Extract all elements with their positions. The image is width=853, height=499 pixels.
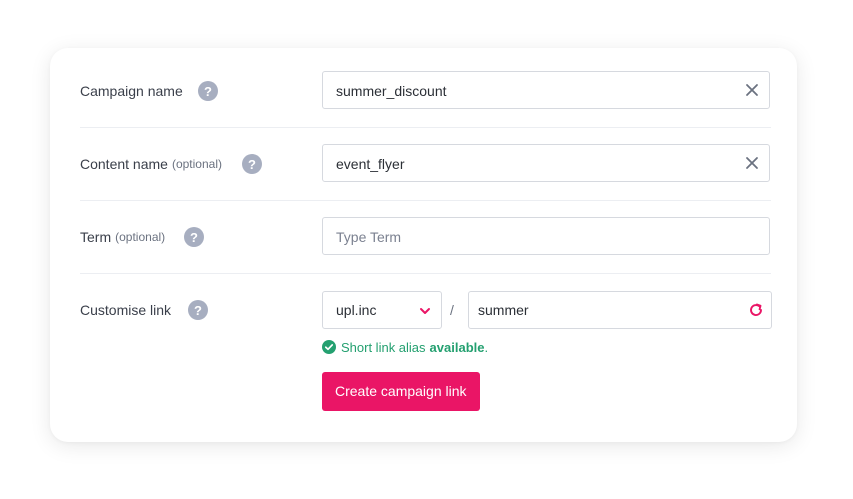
- term-label: Term (optional): [80, 217, 165, 257]
- content-name-row: Content name (optional) ? event_flyer: [80, 144, 771, 184]
- term-label-text: Term: [80, 229, 112, 245]
- clear-icon[interactable]: [744, 155, 760, 171]
- alias-input[interactable]: summer: [468, 291, 772, 329]
- content-name-value: event_flyer: [336, 156, 405, 172]
- term-input[interactable]: Type Term: [322, 217, 770, 255]
- campaign-name-label: Campaign name: [80, 71, 183, 111]
- create-campaign-link-button[interactable]: Create campaign link: [322, 372, 480, 411]
- divider: [80, 200, 771, 201]
- help-icon[interactable]: ?: [242, 154, 262, 174]
- status-text: Short link alias: [341, 339, 426, 355]
- content-name-label-text: Content name: [80, 156, 168, 172]
- status-available: available: [429, 339, 485, 355]
- alias-status: Short link alias available .: [322, 339, 488, 355]
- campaign-form-card: Campaign name ? summer_discount Content …: [50, 48, 797, 442]
- domain-value: upl.inc: [336, 302, 377, 318]
- path-separator: /: [450, 302, 454, 318]
- customise-link-label-text: Customise link: [80, 302, 172, 318]
- content-name-input[interactable]: event_flyer: [322, 144, 770, 182]
- campaign-name-row: Campaign name ? summer_discount: [80, 71, 771, 111]
- status-period: .: [484, 339, 489, 355]
- optional-tag: (optional): [115, 230, 166, 244]
- help-icon[interactable]: ?: [198, 81, 218, 101]
- clear-icon[interactable]: [744, 82, 760, 98]
- campaign-name-input[interactable]: summer_discount: [322, 71, 770, 109]
- campaign-name-value: summer_discount: [336, 83, 447, 99]
- check-circle-icon: [322, 340, 336, 354]
- divider: [80, 127, 771, 128]
- alias-value: summer: [478, 302, 529, 318]
- content-name-label: Content name (optional): [80, 144, 222, 184]
- domain-select[interactable]: upl.inc: [322, 291, 442, 329]
- refresh-icon[interactable]: [748, 302, 764, 318]
- divider: [80, 273, 771, 274]
- term-row: Term (optional) ? Type Term: [80, 217, 771, 257]
- help-icon[interactable]: ?: [188, 300, 208, 320]
- term-placeholder: Type Term: [336, 229, 402, 245]
- help-icon[interactable]: ?: [184, 227, 204, 247]
- campaign-name-label-text: Campaign name: [80, 83, 183, 99]
- chevron-down-icon: [420, 308, 430, 314]
- customise-link-label: Customise link: [80, 291, 171, 329]
- customise-link-row: Customise link ? upl.inc / summer Short …: [80, 291, 772, 441]
- optional-tag: (optional): [171, 157, 222, 171]
